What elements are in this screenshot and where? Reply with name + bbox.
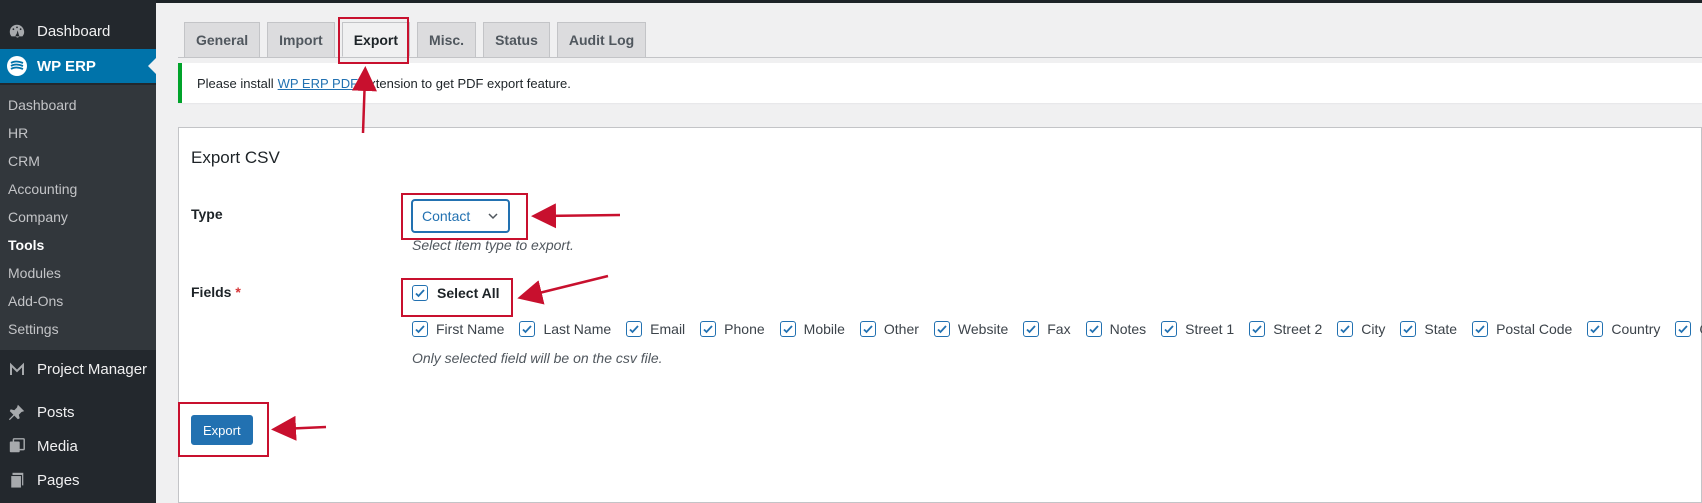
field-checkbox[interactable]: Country xyxy=(1587,321,1660,337)
sidebar-item-dashboard[interactable]: Dashboard xyxy=(0,18,156,44)
tab-status[interactable]: Status xyxy=(483,22,550,57)
tab-general[interactable]: General xyxy=(184,22,261,57)
submenu-item-tools[interactable]: Tools xyxy=(8,237,44,253)
submenu-item-accounting[interactable]: Accounting xyxy=(8,181,77,197)
field-checkbox-label: First Name xyxy=(436,321,505,337)
submenu-item-settings[interactable]: Settings xyxy=(8,321,59,337)
field-checkbox-label: Website xyxy=(957,321,1009,337)
checkbox-checked-icon xyxy=(700,321,717,337)
fields-label-text: Fields xyxy=(191,284,232,300)
current-menu-arrow xyxy=(148,58,156,74)
field-checkbox-label: Other xyxy=(883,321,919,337)
media-icon xyxy=(6,435,28,457)
sidebar-item-label: Dashboard xyxy=(37,22,111,40)
field-checkbox-label: Email xyxy=(650,321,686,337)
highlight-box-select-all xyxy=(401,278,513,317)
field-checkbox[interactable]: City xyxy=(1337,321,1385,337)
checkbox-checked-icon xyxy=(1675,321,1692,337)
field-checkbox-label: Notes xyxy=(1109,321,1147,337)
sidebar-item-pages[interactable]: Pages xyxy=(0,466,156,494)
sidebar-item-posts[interactable]: Posts xyxy=(0,398,156,426)
checkbox-checked-icon xyxy=(1023,321,1040,337)
field-checkbox[interactable]: State xyxy=(1400,321,1457,337)
field-checkbox[interactable]: Fax xyxy=(1023,321,1071,337)
sidebar-item-wp-erp[interactable]: WP ERP xyxy=(0,49,156,83)
project-manager-icon xyxy=(6,358,28,380)
field-checkbox-list: First Name Last Name Email Phone Mobile Other… xyxy=(412,321,1702,337)
submenu-item-add-ons[interactable]: Add-Ons xyxy=(8,293,63,309)
field-checkbox[interactable]: Currency xyxy=(1675,321,1702,337)
field-checkbox-label: City xyxy=(1361,321,1386,337)
notice-text-before: Please install xyxy=(197,75,274,91)
checkbox-checked-icon xyxy=(412,321,428,337)
highlight-box-export-button xyxy=(178,402,269,457)
admin-top-bar xyxy=(0,0,1702,3)
sidebar-item-label: Posts xyxy=(37,403,75,421)
field-checkbox[interactable]: Mobile xyxy=(779,321,845,337)
checkbox-checked-icon xyxy=(933,321,950,337)
submenu-item-crm[interactable]: CRM xyxy=(8,153,40,169)
highlight-box-export-tab xyxy=(338,17,409,64)
tab-misc[interactable]: Misc. xyxy=(417,22,477,57)
highlight-box-type-select xyxy=(401,193,528,240)
sidebar-item-media[interactable]: Media xyxy=(0,432,156,460)
field-checkbox-label: Postal Code xyxy=(1496,321,1573,337)
submenu-item-hr[interactable]: HR xyxy=(8,125,28,141)
tab-import[interactable]: Import xyxy=(267,22,335,57)
fields-label: Fields * xyxy=(191,284,241,300)
checkbox-checked-icon xyxy=(626,321,643,337)
submenu-item-modules[interactable]: Modules xyxy=(8,265,61,281)
submenu-item-company[interactable]: Company xyxy=(8,209,68,225)
checkbox-checked-icon xyxy=(1587,321,1604,337)
field-checkbox[interactable]: Website xyxy=(933,321,1009,337)
checkbox-checked-icon xyxy=(1337,321,1354,337)
checkbox-checked-icon xyxy=(519,321,536,337)
checkbox-checked-icon xyxy=(779,321,796,337)
field-checkbox[interactable]: Postal Code xyxy=(1472,321,1572,337)
checkbox-checked-icon xyxy=(1085,321,1102,337)
field-checkbox-label: Country xyxy=(1611,321,1661,337)
sidebar-item-label: Project Manager xyxy=(37,360,148,378)
checkbox-checked-icon xyxy=(1249,321,1266,337)
field-checkbox-label: State xyxy=(1424,321,1458,337)
tab-audit-log[interactable]: Audit Log xyxy=(556,22,647,57)
field-checkbox-label: Street 2 xyxy=(1273,321,1323,337)
field-checkbox-label: Mobile xyxy=(803,321,845,337)
checkbox-checked-icon xyxy=(1472,321,1489,337)
field-checkbox[interactable]: Email xyxy=(626,321,685,337)
pdf-extension-notice: Please install WP ERP PDF extension to g… xyxy=(178,63,1702,103)
notice-text-after: extension to get PDF export feature. xyxy=(362,75,571,91)
checkbox-checked-icon xyxy=(1161,321,1178,337)
field-checkbox-label: Last Name xyxy=(543,321,612,337)
field-checkbox[interactable]: Notes xyxy=(1085,321,1147,337)
admin-sidebar: Dashboard WP ERP Dashboard HR CRM Accoun… xyxy=(0,0,156,503)
field-checkbox[interactable]: Street 1 xyxy=(1161,321,1234,337)
required-mark: * xyxy=(235,284,241,300)
wp-erp-icon xyxy=(6,55,28,77)
pages-icon xyxy=(6,469,28,491)
sidebar-item-label: Media xyxy=(37,437,78,455)
field-checkbox-label: Phone xyxy=(724,321,765,337)
dashboard-icon xyxy=(6,20,28,42)
sidebar-item-project-manager[interactable]: Project Manager xyxy=(0,355,156,383)
sidebar-item-label: WP ERP xyxy=(37,57,96,75)
field-checkbox[interactable]: First Name xyxy=(412,321,504,337)
pin-icon xyxy=(6,401,28,423)
fields-description: Only selected field will be on the csv f… xyxy=(412,350,663,366)
settings-tabs: General Import Export Misc. Status Audit… xyxy=(184,22,647,57)
checkbox-checked-icon xyxy=(859,321,876,337)
checkbox-checked-icon xyxy=(1400,321,1417,337)
field-checkbox[interactable]: Street 2 xyxy=(1249,321,1322,337)
wp-erp-pdf-link[interactable]: WP ERP PDF xyxy=(278,76,358,91)
field-checkbox[interactable]: Phone xyxy=(700,321,765,337)
field-checkbox[interactable]: Other xyxy=(859,321,919,337)
field-checkbox[interactable]: Last Name xyxy=(519,321,611,337)
submenu-item-dashboard[interactable]: Dashboard xyxy=(8,97,77,113)
type-label: Type xyxy=(191,206,223,222)
field-checkbox-label: Street 1 xyxy=(1185,321,1235,337)
field-checkbox-label: Fax xyxy=(1047,321,1071,337)
sidebar-item-label: Pages xyxy=(37,471,80,489)
export-csv-title: Export CSV xyxy=(191,148,280,167)
